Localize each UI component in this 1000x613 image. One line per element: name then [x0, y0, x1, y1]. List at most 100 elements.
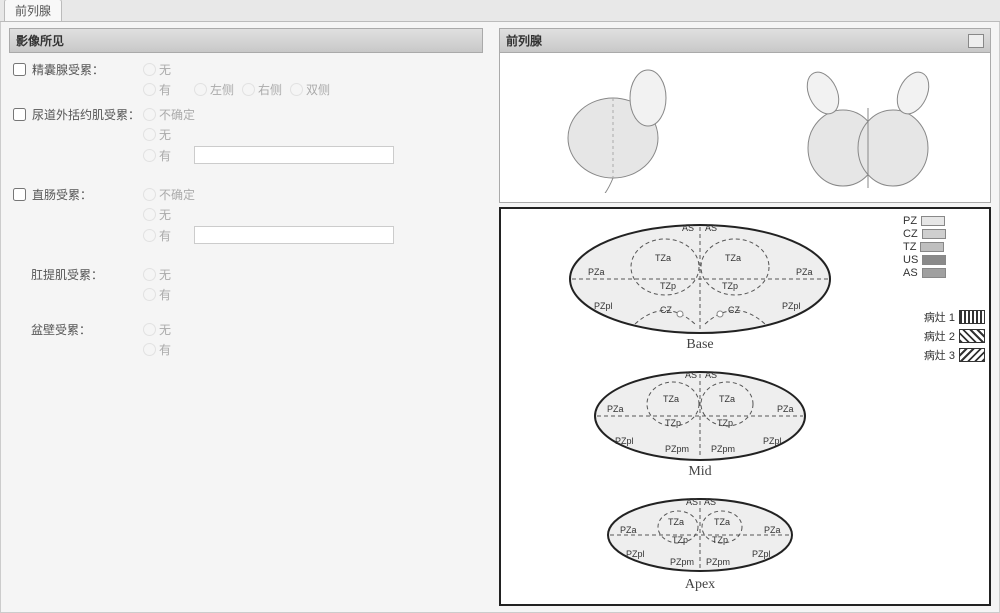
svg-text:TZp: TZp: [712, 535, 728, 545]
row-label: 肛提肌受累：: [13, 266, 143, 283]
radio-option[interactable]: 不确定: [143, 106, 394, 123]
svg-text:PZa: PZa: [764, 525, 781, 535]
options: 不确定 无 有: [143, 106, 394, 164]
radio-option[interactable]: 有: [143, 147, 171, 164]
radio-option[interactable]: 有: [143, 286, 171, 303]
options: 不确定 无 有: [143, 186, 394, 244]
label-text: 肛提肌受累：: [31, 266, 103, 283]
svg-text:TZa: TZa: [663, 394, 679, 404]
thumbnail-coronal[interactable]: [745, 53, 990, 202]
radio-option[interactable]: 有: [143, 81, 171, 98]
svg-text:AS: AS: [704, 497, 716, 507]
row-seminal-vesicle: 精囊腺受累： 无 有 左侧 右侧 双侧: [9, 59, 483, 100]
row-label: 精囊腺受累：: [13, 61, 143, 78]
row-label: 尿道外括约肌受累：: [13, 106, 143, 123]
radio-side-right[interactable]: 右侧: [242, 81, 282, 98]
svg-text:PZpl: PZpl: [615, 436, 634, 446]
text-input-rectum[interactable]: [194, 226, 394, 244]
lesion-legend: 病灶 1 病灶 2 病灶 3: [903, 309, 985, 363]
legend-us: US: [903, 254, 985, 266]
svg-text:CZ: CZ: [728, 305, 740, 315]
zone-legend: PZ CZ TZ US AS: [903, 215, 985, 279]
row-rectum: 直肠受累： 不确定 无 有: [9, 184, 483, 246]
swatch: [921, 216, 945, 226]
radio-option[interactable]: 无: [143, 126, 394, 143]
radio-side-left[interactable]: 左侧: [194, 81, 234, 98]
radio-option[interactable]: 无: [143, 266, 171, 283]
checkbox-urethral-sphincter[interactable]: [13, 108, 26, 121]
svg-text:CZ: CZ: [660, 305, 672, 315]
svg-text:PZpl: PZpl: [782, 301, 801, 311]
side-options: 左侧 右侧 双侧: [194, 81, 330, 98]
row-urethral-sphincter: 尿道外括约肌受累： 不确定 无 有: [9, 104, 483, 166]
radio-side-both[interactable]: 双侧: [290, 81, 330, 98]
legend-column: PZ CZ TZ US AS 病灶 1 病灶 2 病灶 3: [899, 209, 989, 604]
label-text: 盆壁受累：: [31, 321, 91, 338]
radio-option[interactable]: 无: [143, 206, 394, 223]
svg-text:PZa: PZa: [607, 404, 624, 414]
svg-text:PZpm: PZpm: [665, 444, 689, 454]
svg-text:TZp: TZp: [672, 535, 688, 545]
row-pelvic-wall: 盆壁受累： 无 有: [9, 319, 483, 360]
svg-text:PZpm: PZpm: [670, 557, 694, 567]
radio-option[interactable]: 有: [143, 341, 171, 358]
label-text: 精囊腺受累：: [32, 61, 104, 78]
thumbnail-sagittal[interactable]: [500, 53, 745, 202]
svg-text:PZpl: PZpl: [763, 436, 782, 446]
svg-text:TZp: TZp: [722, 281, 738, 291]
tab-strip: 前列腺: [0, 0, 1000, 22]
svg-text:AS: AS: [685, 370, 697, 380]
svg-text:PZa: PZa: [620, 525, 637, 535]
main-area: 影像所见 精囊腺受累： 无 有 左侧 右侧 双侧: [0, 22, 1000, 613]
text-input-urethral[interactable]: [194, 146, 394, 164]
checkbox-seminal-vesicle[interactable]: [13, 63, 26, 76]
svg-text:TZp: TZp: [665, 418, 681, 428]
left-panel: 影像所见 精囊腺受累： 无 有 左侧 右侧 双侧: [1, 22, 491, 612]
svg-text:AS: AS: [705, 223, 717, 233]
row-label: 盆壁受累：: [13, 321, 143, 338]
section-label: Apex: [600, 577, 800, 593]
radio-option[interactable]: 有: [143, 227, 171, 244]
svg-text:TZa: TZa: [668, 517, 684, 527]
radio-option[interactable]: 无: [143, 61, 330, 78]
svg-text:PZpl: PZpl: [594, 301, 613, 311]
sections-column: AS AS TZa TZa PZa PZa TZp TZp CZ CZ PZpl…: [501, 209, 899, 604]
svg-text:PZpl: PZpl: [752, 549, 771, 559]
lesion-2: 病灶 2: [903, 328, 985, 344]
svg-text:TZa: TZa: [725, 253, 741, 263]
legend-as: AS: [903, 267, 985, 279]
section-label: Base: [560, 337, 840, 353]
svg-text:PZpm: PZpm: [711, 444, 735, 454]
zone-diagram: AS AS TZa TZa PZa PZa TZp TZp CZ CZ PZpl…: [499, 207, 991, 606]
svg-text:AS: AS: [705, 370, 717, 380]
svg-text:AS: AS: [682, 223, 694, 233]
svg-text:TZa: TZa: [719, 394, 735, 404]
section-base[interactable]: AS AS TZa TZa PZa PZa TZp TZp CZ CZ PZpl…: [560, 219, 840, 355]
svg-text:PZa: PZa: [588, 267, 605, 277]
svg-text:AS: AS: [686, 497, 698, 507]
section-mid[interactable]: AS AS TZa TZa PZa PZa TZp TZp PZpl PZpm …: [585, 366, 815, 482]
lesion-1: 病灶 1: [903, 309, 985, 325]
radio-option[interactable]: 无: [143, 321, 171, 338]
options: 无 有: [143, 321, 171, 358]
legend-tz: TZ: [903, 241, 985, 253]
tab-prostate[interactable]: 前列腺: [4, 0, 62, 21]
radio-option[interactable]: 不确定: [143, 186, 394, 203]
svg-text:PZpl: PZpl: [626, 549, 645, 559]
expand-icon[interactable]: [968, 34, 984, 48]
svg-text:PZpm: PZpm: [706, 557, 730, 567]
section-label: Mid: [585, 464, 815, 480]
row-levator-ani: 肛提肌受累： 无 有: [9, 264, 483, 305]
svg-text:PZa: PZa: [777, 404, 794, 414]
svg-text:TZa: TZa: [714, 517, 730, 527]
svg-text:TZp: TZp: [660, 281, 676, 291]
section-apex[interactable]: AS AS TZa TZa PZa TZp TZp PZa PZpl PZpm …: [600, 493, 800, 595]
label-text: 尿道外括约肌受累：: [32, 106, 140, 123]
lesion-3: 病灶 3: [903, 347, 985, 363]
imaging-findings-header: 影像所见: [9, 28, 483, 53]
preview-thumbnails: [499, 53, 991, 203]
svg-text:TZa: TZa: [655, 253, 671, 263]
checkbox-rectum[interactable]: [13, 188, 26, 201]
svg-text:PZa: PZa: [796, 267, 813, 277]
options: 无 有: [143, 266, 171, 303]
